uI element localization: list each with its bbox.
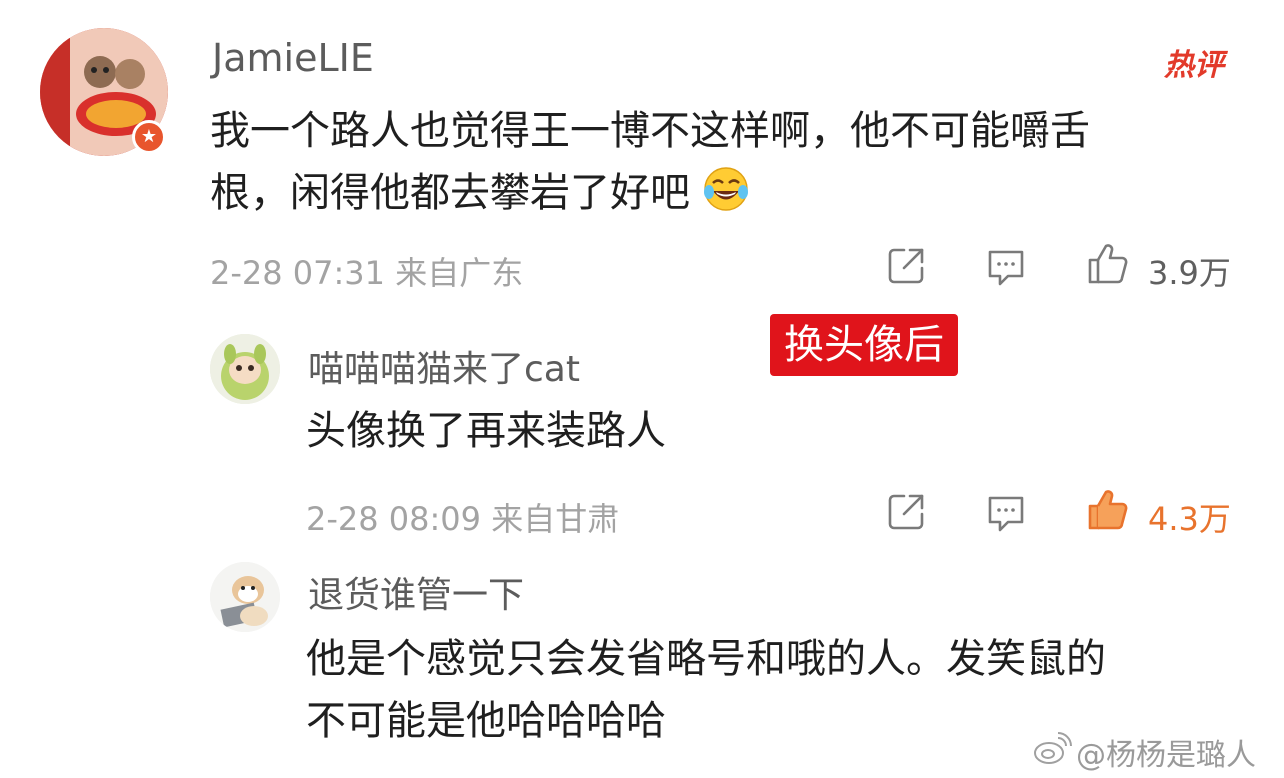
like-count: 4.3万 <box>1148 500 1231 538</box>
avatar-green-plush-image <box>210 334 280 404</box>
comment-username[interactable]: JamieLIE <box>212 36 374 80</box>
source-watermark: @杨杨是璐人 <box>1076 738 1256 773</box>
overlay-annotation-tag: 换头像后 <box>770 314 958 376</box>
comment-text: 头像换了再来装路人 <box>306 408 666 454</box>
like-thumb-filled-icon[interactable] <box>1086 488 1130 532</box>
share-icon[interactable] <box>884 490 928 534</box>
reply-comment-icon[interactable] <box>984 490 1028 534</box>
laughing-tears-emoji-icon <box>703 166 749 212</box>
verified-badge-icon: ★ <box>132 120 166 154</box>
hot-comment-label: 热评 <box>1164 48 1224 83</box>
avatar-cat-laptop-image <box>210 562 280 632</box>
avatar-tuihuo[interactable] <box>210 562 280 632</box>
weibo-logo-icon <box>1032 732 1072 766</box>
comment-meta: 2-28 08:09 来自甘肃 <box>306 500 620 538</box>
reply-comment-icon[interactable] <box>984 244 1028 288</box>
avatar-miaomiao-cat[interactable] <box>210 334 280 404</box>
comment-username[interactable]: 喵喵喵猫来了cat <box>308 340 580 392</box>
comment-text-line-1: 我一个路人也觉得王一博不这样啊，他不可能嚼舌 <box>210 108 1090 154</box>
comment-text: 我一个路人也觉得王一博不这样啊，他不可能嚼舌 根，闲得他都去攀岩了好吧 <box>210 100 1250 224</box>
comment-meta: 2-28 07:31 来自广东 <box>210 254 524 292</box>
like-count: 3.9万 <box>1148 254 1231 292</box>
like-thumb-icon[interactable] <box>1086 242 1130 286</box>
share-icon[interactable] <box>884 244 928 288</box>
comment-text-line-2: 根，闲得他都去攀岩了好吧 <box>210 170 690 216</box>
comment-text-line-1: 他是个感觉只会发省略号和哦的人。发笑鼠的 <box>306 636 1106 682</box>
comment-username[interactable]: 退货谁管一下 <box>308 566 524 618</box>
